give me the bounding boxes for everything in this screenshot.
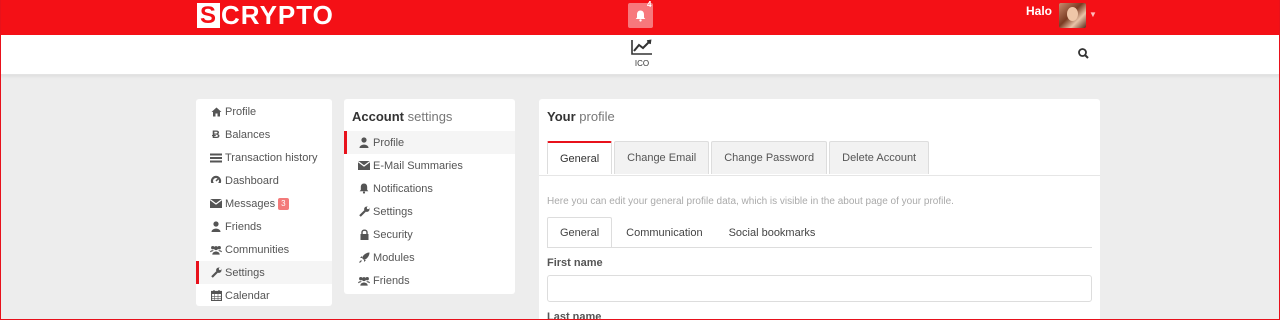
sidebar-item-label: Communities [225,243,290,256]
tab-change-email[interactable]: Change Email [614,141,710,174]
dashboard-icon [210,175,222,186]
nav-item-ico[interactable]: ICO [620,37,664,73]
messages-count-badge: 3 [278,197,289,210]
wrench-icon [358,206,370,217]
subtab-communication[interactable]: Communication [614,217,714,248]
logo-text: CRYPTO [221,0,334,30]
sidebar-item-transaction-history[interactable]: Transaction history [196,146,332,169]
sidebar-item-dashboard[interactable]: Dashboard [196,169,332,192]
subtab-divider [547,247,1092,248]
account-item-modules[interactable]: Modules [344,246,515,269]
account-item-label: Modules [373,251,415,264]
account-settings-title: Account settings [352,109,453,124]
sidebar-item-label: Balances [225,128,271,141]
user-icon [210,221,222,232]
list-icon [210,152,222,163]
nav-bar: ICO [0,35,1280,75]
sidebar-item-label: Transaction history [225,151,318,164]
search-icon [1078,48,1089,59]
account-item-label: Friends [373,274,410,287]
last-name-label: Last name [547,311,602,320]
envelope-icon [358,160,370,171]
account-item-label: Security [373,228,413,241]
sidebar-item-settings[interactable]: Settings [196,261,332,284]
sidebar-item-label: Settings [225,266,265,279]
tab-delete-account[interactable]: Delete Account [829,141,930,174]
rocket-icon [358,252,370,263]
sidebar-item-calendar[interactable]: Calendar [196,284,332,307]
envelope-icon [210,198,222,209]
chevron-down-icon[interactable]: ▼ [1089,10,1097,19]
bell-icon [358,183,370,194]
account-item-label: E-Mail Summaries [373,159,463,172]
sidebar-item-label: Messages [225,197,276,210]
first-name-label: First name [547,257,603,269]
sidebar-item-messages[interactable]: Messages 3 [196,192,332,215]
account-item-label: Profile [373,136,405,149]
line-chart-icon [631,39,653,55]
account-item-security[interactable]: Security [344,223,515,246]
tab-change-password[interactable]: Change Password [711,141,828,174]
notification-count-badge: 4 [647,0,652,9]
home-icon [210,106,222,117]
help-text: Here you can edit your general profile d… [547,196,954,207]
account-item-settings[interactable]: Settings [344,200,515,223]
account-item-label: Notifications [373,182,433,195]
sidebar-item-profile[interactable]: Profile [196,100,332,123]
sidebar-item-label: Friends [225,220,262,233]
top-bar: S CRYPTO 4 Halo ▼ [0,0,1280,35]
account-settings-panel: Account settings Profile E-Mail Summarie… [344,99,515,294]
wrench-icon [210,267,222,278]
tab-general[interactable]: General [547,141,613,174]
profile-tabs: General Change Email Change Password Del… [547,141,931,174]
tab-divider [539,175,1100,176]
profile-title: Your profile [547,109,615,124]
users-icon [358,275,370,286]
subtab-social-bookmarks[interactable]: Social bookmarks [717,217,828,248]
account-item-notifications[interactable]: Notifications [344,177,515,200]
sidebar-item-label: Dashboard [225,174,279,187]
sidebar-item-communities[interactable]: Communities [196,238,332,261]
users-icon [210,244,222,255]
logo[interactable]: S CRYPTO [197,0,334,30]
sidebar-item-label: Profile [225,105,257,118]
first-name-field[interactable] [547,275,1092,302]
account-item-label: Settings [373,205,413,218]
account-item-friends[interactable]: Friends [344,269,515,292]
bell-icon [635,10,646,22]
logo-mark: S [197,2,220,29]
main-sidebar: Profile Ƀ Balances Transaction history D… [196,99,332,306]
lock-icon [358,229,370,240]
profile-panel: Your profile General Change Email Change… [539,99,1100,320]
nav-item-label: ICO [634,59,650,68]
bitcoin-icon: Ƀ [212,128,220,141]
user-greeting: Halo [1026,4,1053,18]
profile-subtabs: General Communication Social bookmarks [547,217,829,248]
sidebar-item-label: Calendar [225,289,270,302]
account-item-email-summaries[interactable]: E-Mail Summaries [344,154,515,177]
sidebar-item-friends[interactable]: Friends [196,215,332,238]
subtab-general[interactable]: General [547,217,613,248]
user-icon [358,137,370,148]
account-item-profile[interactable]: Profile [344,131,515,154]
sidebar-item-balances[interactable]: Ƀ Balances [196,123,332,146]
avatar[interactable] [1059,3,1086,28]
calendar-icon [210,290,222,301]
search-button[interactable] [1078,48,1089,59]
